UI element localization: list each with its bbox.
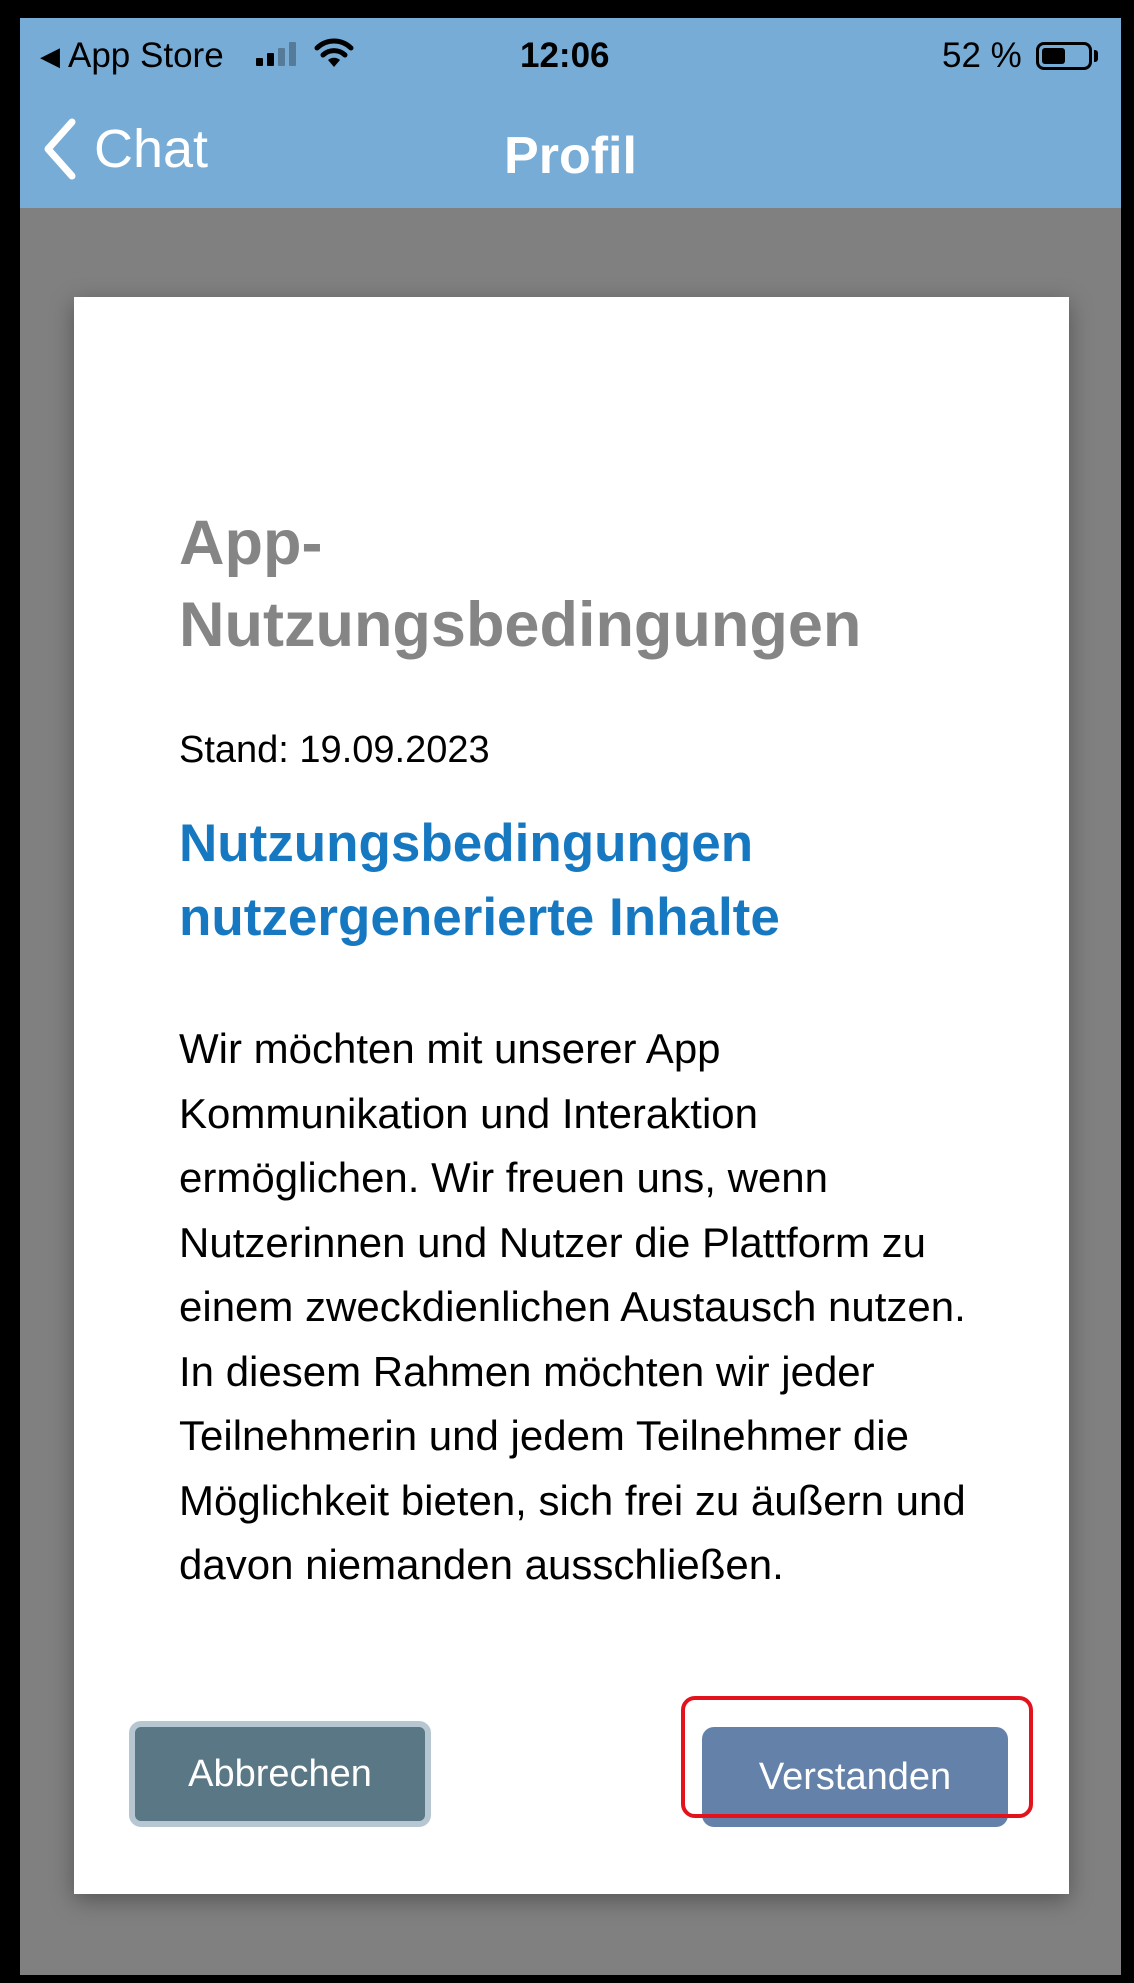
header-bar: ◀ App Store 12:06 52 % Chat Profil bbox=[20, 18, 1121, 208]
status-time: 12:06 bbox=[520, 36, 610, 75]
back-triangle-icon: ◀ bbox=[40, 40, 60, 71]
cellular-signal-icon bbox=[256, 42, 296, 66]
terms-date: Stand: 19.09.2023 bbox=[179, 729, 490, 771]
page-title: Profil bbox=[504, 127, 637, 185]
cancel-button[interactable]: Abbrechen bbox=[129, 1721, 431, 1827]
return-to-app-store[interactable]: ◀ App Store bbox=[40, 36, 224, 76]
confirm-button[interactable]: Verstanden bbox=[702, 1727, 1008, 1827]
phone-screen: ◀ App Store 12:06 52 % Chat Profil App-N… bbox=[20, 18, 1121, 1975]
dialog-subheading: Nutzungsbedingungen nutzergenerierte Inh… bbox=[179, 814, 780, 947]
return-app-label: App Store bbox=[68, 36, 224, 75]
wifi-icon bbox=[314, 38, 354, 67]
battery-icon bbox=[1036, 42, 1092, 70]
navigation-bar: Chat Profil bbox=[20, 98, 1121, 198]
terms-dialog: App-Nutzungsbedingungen Stand: 19.09.202… bbox=[74, 297, 1069, 1894]
dialog-heading: App-Nutzungsbedingungen bbox=[179, 508, 862, 660]
terms-body-text: Wir möchten mit unserer App Kommunikatio… bbox=[179, 1025, 966, 1588]
battery-percent: 52 % bbox=[942, 36, 1022, 75]
status-bar: ◀ App Store 12:06 52 % bbox=[20, 28, 1121, 78]
battery-nub bbox=[1094, 50, 1098, 62]
